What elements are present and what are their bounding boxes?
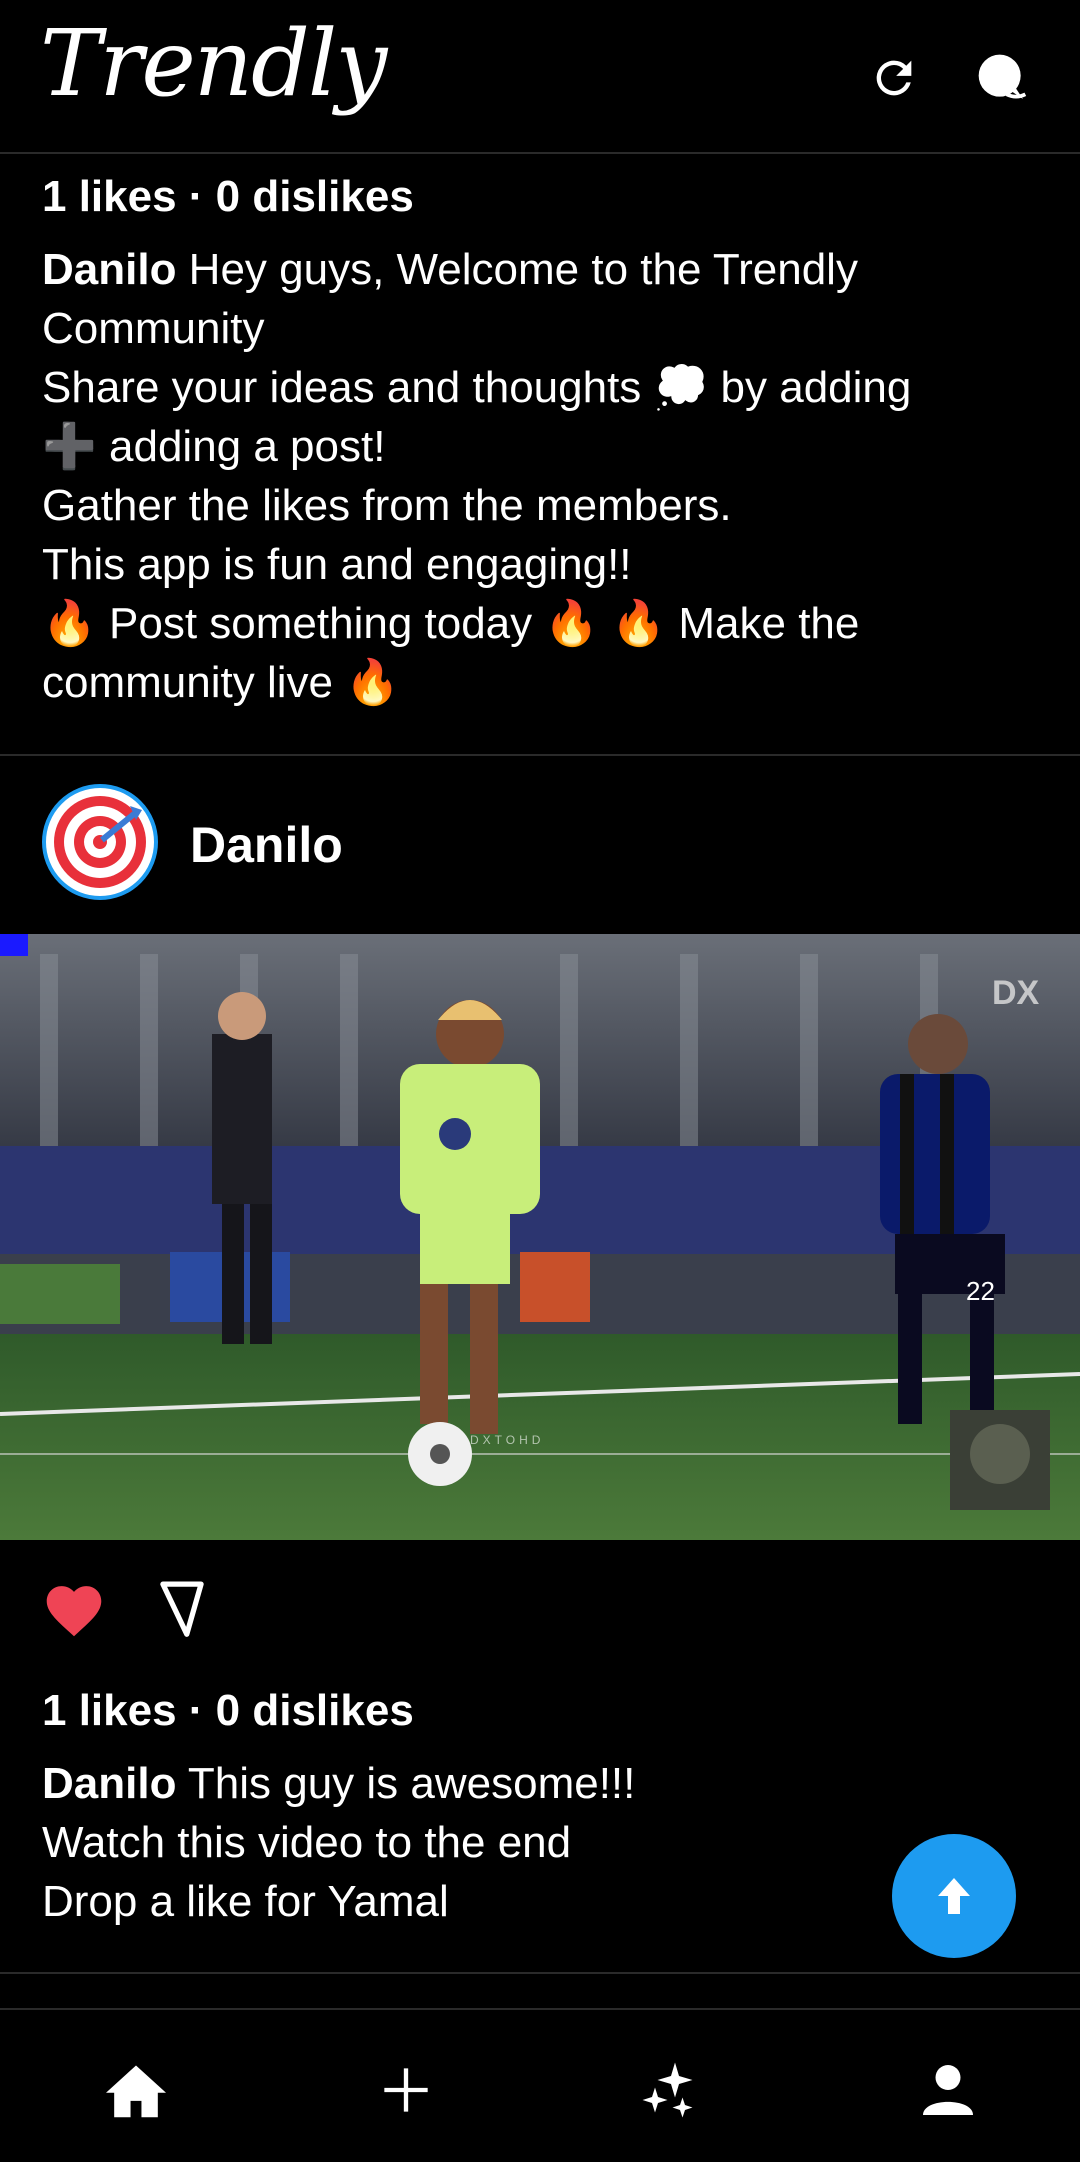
caption-line: Gather the likes from the members. [42, 481, 732, 530]
bottom-navigation [0, 2008, 1080, 2162]
post-likes-count: 1 likes · 0 dislikes [42, 172, 414, 221]
caption-text: This guy is awesome!!! [176, 1759, 636, 1808]
author-name[interactable]: Danilo [190, 816, 343, 874]
post-header[interactable]: Danilo [0, 756, 1080, 936]
like-button[interactable] [38, 1572, 110, 1644]
app-bar: Trendly [0, 0, 1080, 154]
media-caption: DXTOHD [470, 1433, 544, 1447]
player-number: 22 [966, 1276, 995, 1306]
dislike-icon[interactable] [146, 1572, 218, 1644]
post-caption: Danilo Hey guys, Welcome to the Trendly … [42, 240, 1042, 358]
post-likes-count: 1 likes · 0 dislikes [42, 1686, 414, 1735]
add-icon[interactable] [366, 2050, 446, 2130]
media-watermark: DX [992, 974, 1040, 1012]
app-logo: Trendly [40, 10, 387, 117]
home-icon[interactable] [96, 2050, 176, 2130]
caption-line: ➕ adding a post! [42, 422, 386, 471]
chat-icon[interactable] [974, 50, 1030, 106]
caption-author[interactable]: Danilo [42, 1759, 176, 1808]
target-icon [54, 796, 146, 888]
caption-line: 🔥 Post something today 🔥 🔥 Make the comm… [42, 599, 872, 707]
arrow-up-icon [938, 1878, 970, 1914]
caption-line: This app is fun and engaging!! [42, 540, 632, 589]
post-caption: Danilo This guy is awesome!!! [42, 1754, 1042, 1813]
caption-author[interactable]: Danilo [42, 245, 176, 294]
person-icon[interactable] [908, 2050, 988, 2130]
scroll-to-top-button[interactable] [892, 1834, 1016, 1958]
avatar[interactable] [42, 784, 158, 900]
post-divider [0, 1972, 1080, 1974]
sparkle-icon[interactable] [630, 2050, 710, 2130]
caption-line: Share your ideas and thoughts 💭 by addin… [42, 363, 912, 412]
refresh-icon[interactable] [866, 50, 922, 106]
post-video[interactable]: 22 DX DXTOHD [0, 934, 1080, 1540]
caption-line: Watch this video to the end [42, 1818, 572, 1867]
